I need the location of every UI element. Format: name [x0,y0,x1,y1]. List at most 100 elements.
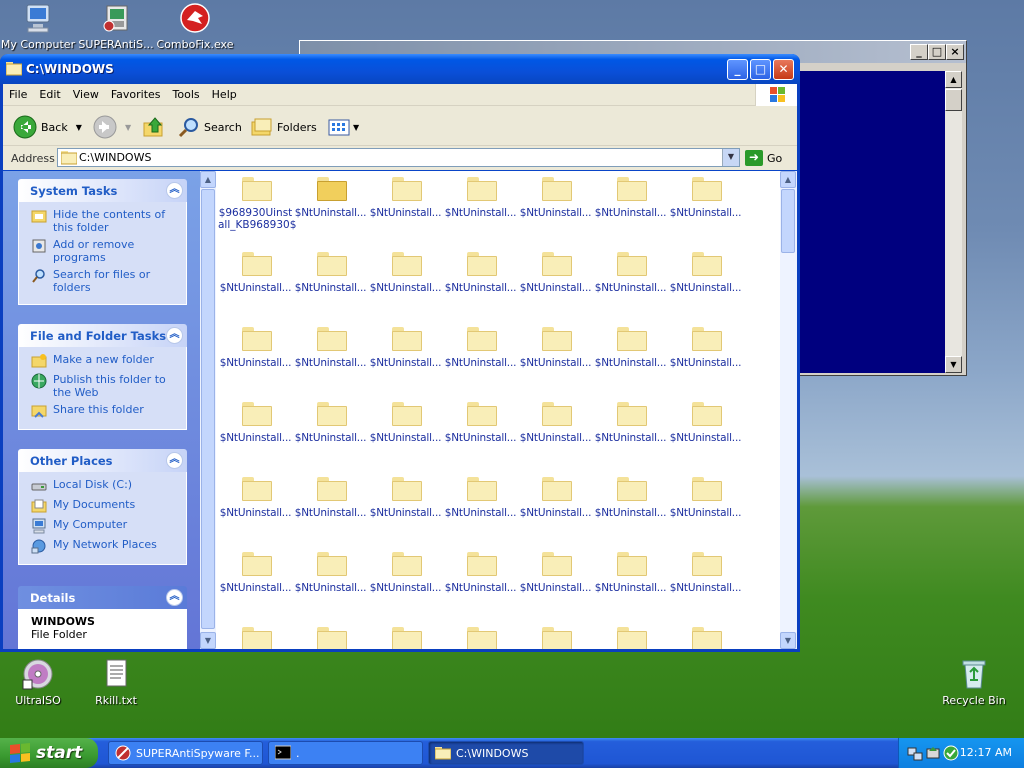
my-computer-link[interactable]: My Computer [31,518,180,534]
safely-remove-hardware-icon[interactable] [925,745,941,761]
file-item[interactable]: $NtUninstall... [368,546,443,594]
file-item[interactable]: $NtUninstall... [443,171,518,219]
explorer-window[interactable]: C:\WINDOWS _ □ ✕ File Edit View Favorites To… [0,54,800,652]
file-item[interactable]: $NtUninstall... [443,471,518,519]
maximize-button[interactable]: □ [928,44,946,60]
forward-dropdown-icon[interactable]: ▼ [125,123,131,132]
file-item[interactable]: $NtUninstall... [368,321,443,369]
back-button[interactable]: Back ▼ [13,115,82,139]
desktop-icon-my-computer[interactable]: My Computer [0,2,78,51]
file-item[interactable] [218,621,293,649]
file-item[interactable]: $NtUninstall... [668,546,743,594]
scroll-thumb[interactable] [201,189,215,629]
scroll-down-arrow-icon[interactable]: ▼ [945,356,962,373]
make-new-folder-link[interactable]: Make a new folder [31,353,180,369]
console-area[interactable] [800,71,945,373]
hide-folder-contents-link[interactable]: Hide the contents of this folder [31,208,180,234]
collapse-chevron-icon[interactable]: ︽ [166,327,183,344]
file-item[interactable]: $NtUninstall... [593,321,668,369]
address-dropdown-icon[interactable]: ▼ [722,149,739,166]
panel-header[interactable]: Other Places ︽ [18,449,187,472]
desktop-icon-recycle-bin[interactable]: Recycle Bin [934,658,1014,707]
file-item[interactable]: $NtUninstall... [593,246,668,294]
file-list-view[interactable]: ▲ ▼ $968930Uinst all_KB968930$ $NtUninstal… [200,171,797,649]
file-item[interactable]: $NtUninstall... [293,246,368,294]
file-item[interactable] [518,621,593,649]
file-item[interactable]: $NtUninstall... [218,546,293,594]
file-item[interactable]: $NtUninstall... [218,471,293,519]
file-item[interactable]: $NtUninstall... [518,546,593,594]
scroll-up-arrow-icon[interactable]: ▲ [780,171,796,188]
file-item[interactable]: $NtUninstall... [368,396,443,444]
network-tray-icon[interactable] [907,745,923,761]
collapse-chevron-icon[interactable]: ︽ [166,452,183,469]
file-item[interactable]: $NtUninstall... [293,396,368,444]
maximize-button[interactable]: □ [750,59,771,80]
desktop-icon-superantispyware[interactable]: SUPERAntiS... [76,2,156,51]
file-item[interactable] [443,621,518,649]
file-item[interactable]: $NtUninstall... [668,471,743,519]
local-disk-link[interactable]: Local Disk (C:) [31,478,180,494]
file-item[interactable]: $NtUninstall... [368,246,443,294]
start-button[interactable]: start [0,738,98,768]
file-item[interactable]: $NtUninstall... [518,471,593,519]
file-item[interactable]: $NtUninstall... [293,471,368,519]
scroll-up-arrow-icon[interactable]: ▲ [200,171,216,188]
collapse-chevron-icon[interactable]: ︽ [166,182,183,199]
left-scrollbar[interactable]: ▲ ▼ [200,171,216,649]
close-button[interactable]: ✕ [773,59,794,80]
desktop-icon-ultraiso[interactable]: UltraISO [0,658,78,707]
menu-favorites[interactable]: Favorites [105,84,167,101]
publish-to-web-link[interactable]: Publish this folder to the Web [31,373,180,399]
file-item[interactable] [368,621,443,649]
file-item[interactable]: $NtUninstall... [593,396,668,444]
taskbar-button-explorer[interactable]: C:\WINDOWS [428,741,584,765]
file-item[interactable]: $NtUninstall... [668,246,743,294]
go-button[interactable]: ➜ Go [745,150,782,166]
menu-file[interactable]: File [3,84,33,101]
views-button[interactable]: ▼ [327,115,359,139]
menu-help[interactable]: Help [206,84,243,101]
file-item[interactable]: $NtUninstall... [668,321,743,369]
share-folder-link[interactable]: Share this folder [31,403,180,419]
my-network-places-link[interactable]: My Network Places [31,538,180,554]
minimize-button[interactable]: _ [910,44,928,60]
file-item[interactable]: $NtUninstall... [218,246,293,294]
search-button[interactable]: Search [178,115,242,139]
file-item[interactable]: $NtUninstall... [443,246,518,294]
file-item[interactable]: $NtUninstall... [293,171,368,219]
file-item[interactable] [668,621,743,649]
scroll-down-arrow-icon[interactable]: ▼ [200,632,216,649]
antispyware-tray-icon[interactable] [943,745,959,761]
my-documents-link[interactable]: My Documents [31,498,180,514]
file-item[interactable]: $NtUninstall... [293,321,368,369]
close-button[interactable]: × [946,44,964,60]
file-item[interactable]: $NtUninstall... [443,321,518,369]
file-item[interactable]: $NtUninstall... [593,546,668,594]
scroll-thumb[interactable] [781,189,795,253]
panel-header[interactable]: Details ︽ [18,586,187,609]
file-item[interactable]: $NtUninstall... [593,471,668,519]
forward-button[interactable]: ▼ [93,115,131,139]
folders-button[interactable]: Folders [251,115,317,139]
right-scrollbar[interactable]: ▲ ▼ [780,171,797,649]
scroll-down-arrow-icon[interactable]: ▼ [780,632,796,649]
views-dropdown-icon[interactable]: ▼ [353,123,359,132]
back-dropdown-icon[interactable]: ▼ [76,123,82,132]
file-item[interactable]: $NtUninstall... [368,171,443,219]
file-item[interactable]: $NtUninstall... [218,396,293,444]
file-item[interactable]: $NtUninstall... [293,546,368,594]
scroll-thumb[interactable] [945,89,962,111]
menu-view[interactable]: View [67,84,105,101]
file-item[interactable]: $NtUninstall... [218,321,293,369]
collapse-chevron-icon[interactable]: ︽ [166,589,183,606]
up-folder-button[interactable] [143,115,165,139]
file-item[interactable]: $968930Uinst all_KB968930$ [218,171,296,231]
file-item[interactable]: $NtUninstall... [518,246,593,294]
file-item[interactable]: $NtUninstall... [368,471,443,519]
minimize-button[interactable]: _ [727,59,748,80]
menu-tools[interactable]: Tools [167,84,206,101]
desktop-icon-combofix[interactable]: ComboFix.exe [155,2,235,51]
taskbar-button-superantispyware[interactable]: SUPERAntiSpyware F... [108,741,263,765]
file-item[interactable]: $NtUninstall... [593,171,668,219]
